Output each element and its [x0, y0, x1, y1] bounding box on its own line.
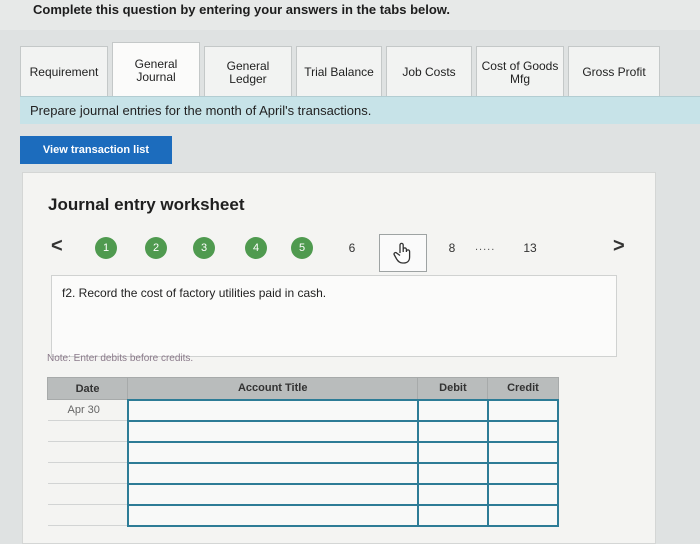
step-navigation: < 1 2 3 4 5 6 8 ..... 13 >	[23, 233, 657, 272]
instruction-bar: Complete this question by entering your …	[0, 0, 700, 30]
journal-table: Date Account Title Debit Credit Apr 30	[46, 377, 560, 544]
tab-label: Trial Balance	[304, 65, 374, 79]
tab-cost-of-goods-mfg[interactable]: Cost of Goods Mfg	[476, 46, 564, 98]
account-title-input[interactable]	[126, 503, 419, 527]
date-cell	[47, 483, 128, 505]
tab-requirement[interactable]: Requirement	[20, 46, 108, 98]
step-4[interactable]: 4	[245, 237, 267, 259]
table-row: Apr 30	[47, 398, 560, 422]
tab-job-costs[interactable]: Job Costs	[386, 46, 472, 98]
debit-input[interactable]	[416, 482, 489, 506]
debit-input[interactable]	[416, 398, 489, 422]
header-date: Date	[46, 377, 129, 400]
prompt-text: f2. Record the cost of factory utilities…	[62, 286, 327, 300]
date-cell	[47, 420, 128, 442]
step-2[interactable]: 2	[145, 237, 167, 259]
tab-label: Mfg	[509, 71, 530, 86]
tab-label: Cost of Goods	[481, 58, 559, 73]
tab-gross-profit[interactable]: Gross Profit	[568, 46, 660, 98]
tab-content-header: Prepare journal entries for the month of…	[20, 96, 700, 124]
tab-label: Journal	[136, 69, 176, 84]
account-title-input[interactable]	[126, 461, 419, 485]
tab-general-ledger[interactable]: General Ledger	[204, 46, 292, 98]
credit-input[interactable]	[486, 461, 560, 485]
step-13[interactable]: 13	[521, 237, 539, 259]
debit-input[interactable]	[416, 503, 489, 527]
step-8[interactable]: 8	[443, 237, 461, 259]
account-title-input[interactable]	[126, 482, 419, 506]
tab-label: Ledger	[229, 71, 267, 86]
transaction-prompt: f2. Record the cost of factory utilities…	[51, 275, 617, 357]
tab-label: General	[226, 58, 270, 73]
view-transaction-list-button[interactable]: View transaction list	[20, 136, 172, 164]
tab-bar: Requirement General Journal General Ledg…	[20, 40, 700, 98]
table-row	[47, 461, 560, 485]
tab-trial-balance[interactable]: Trial Balance	[296, 46, 382, 98]
prev-arrow-icon[interactable]: <	[51, 235, 63, 258]
tab-label: Requirement	[29, 65, 99, 79]
journal-entry-worksheet: Journal entry worksheet < 1 2 3 4 5 6 8 …	[22, 172, 656, 544]
date-cell	[47, 441, 128, 463]
table-row	[47, 503, 560, 527]
tab-label: Job Costs	[402, 65, 456, 79]
date-cell: Apr 30	[47, 399, 128, 421]
table-row	[47, 440, 560, 464]
header-account-title: Account Title	[127, 377, 419, 400]
table-header-row: Date Account Title Debit Credit	[46, 377, 559, 400]
tab-label: General	[134, 56, 178, 71]
hand-pointer-icon	[393, 242, 411, 264]
table-row	[47, 482, 560, 506]
step-3[interactable]: 3	[193, 237, 215, 259]
credit-input[interactable]	[486, 440, 560, 464]
debit-input[interactable]	[416, 461, 489, 485]
date-cell	[47, 462, 128, 484]
credit-input[interactable]	[486, 398, 560, 422]
step-1[interactable]: 1	[95, 237, 117, 259]
credit-input[interactable]	[486, 419, 560, 443]
prepare-instruction: Prepare journal entries for the month of…	[30, 103, 372, 118]
credit-input[interactable]	[486, 482, 560, 506]
debit-input[interactable]	[416, 440, 489, 464]
step-6[interactable]: 6	[343, 237, 361, 259]
step-ellipsis: .....	[475, 241, 496, 253]
next-arrow-icon[interactable]: >	[613, 235, 625, 258]
debit-input[interactable]	[416, 419, 489, 443]
date-cell	[47, 504, 128, 526]
table-row	[47, 419, 560, 443]
header-credit: Credit	[487, 377, 559, 400]
note-text: Note: Enter debits before credits.	[47, 353, 194, 364]
tab-general-journal[interactable]: General Journal	[112, 42, 200, 98]
tab-label: Gross Profit	[582, 65, 646, 79]
worksheet-title: Journal entry worksheet	[48, 195, 245, 214]
account-title-input[interactable]	[126, 440, 419, 464]
header-debit: Debit	[417, 377, 489, 400]
account-title-input[interactable]	[126, 419, 419, 443]
account-title-input[interactable]	[126, 398, 419, 422]
current-step[interactable]	[379, 234, 427, 272]
credit-input[interactable]	[486, 503, 560, 527]
instruction-text: Complete this question by entering your …	[33, 2, 451, 17]
step-5[interactable]: 5	[291, 237, 313, 259]
